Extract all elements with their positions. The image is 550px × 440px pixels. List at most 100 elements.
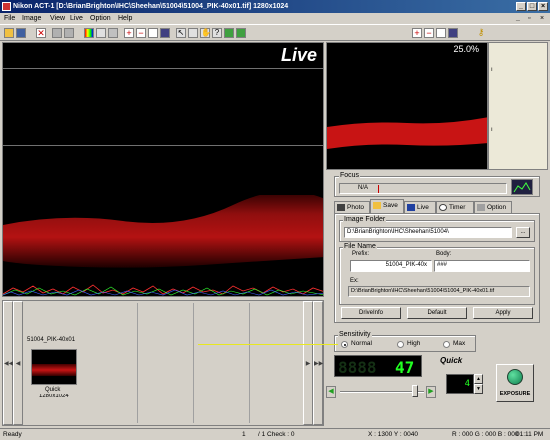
sensitivity-group: Sensitivity Normal High Max bbox=[334, 331, 476, 352]
status-check: / 1 Check : 0 bbox=[258, 431, 295, 438]
mdi-restore-icon[interactable]: ▫ bbox=[528, 13, 530, 24]
sensitivity-high-radio[interactable] bbox=[397, 341, 404, 348]
live-divider-top bbox=[3, 68, 323, 69]
tab-timer[interactable]: Timer bbox=[436, 201, 474, 213]
focus-group: Focus N/A bbox=[334, 172, 540, 197]
menu-view[interactable]: View bbox=[50, 13, 65, 24]
image-folder-label: Image Folder bbox=[343, 216, 387, 223]
preview-side-panel: ı ı bbox=[488, 42, 548, 170]
color-adjust-icon[interactable] bbox=[84, 28, 94, 38]
exposure-button-label: EXPOSURE bbox=[499, 391, 531, 397]
example-path: D:\BrianBrighton\IHC\Sheehan\51004\51004… bbox=[348, 286, 530, 297]
menu-live[interactable]: Live bbox=[70, 13, 83, 24]
histogram-icon[interactable] bbox=[108, 28, 118, 38]
print-icon[interactable] bbox=[52, 28, 62, 38]
body-input[interactable]: ### bbox=[434, 260, 530, 272]
exposure-slider-thumb[interactable] bbox=[412, 385, 418, 397]
sensitivity-max-label: Max bbox=[453, 340, 466, 347]
led-inactive-digits: 8888 bbox=[338, 358, 377, 377]
close-button[interactable]: × bbox=[538, 2, 548, 11]
preview-image[interactable]: 25.0% bbox=[326, 42, 488, 170]
focus-bar: N/A bbox=[339, 183, 507, 194]
image-folder-input[interactable]: D:\BrianBrighton\IHC\Sheehan\51004\ bbox=[344, 227, 512, 238]
hand-icon[interactable]: ✋ bbox=[200, 28, 211, 38]
preview-zoom-in-icon[interactable]: + bbox=[412, 28, 422, 38]
annotation-line bbox=[198, 344, 338, 345]
capture-icon[interactable] bbox=[236, 28, 246, 38]
exposure-counter: 4 bbox=[446, 374, 474, 394]
tab-save[interactable]: Save bbox=[370, 199, 404, 213]
file-name-group: File Name Prefix: 51004_PIK-40x Body: ##… bbox=[339, 243, 535, 305]
maximize-button[interactable]: □ bbox=[527, 2, 537, 11]
status-time: 01:11 PM bbox=[516, 431, 544, 438]
fit-icon[interactable] bbox=[148, 28, 158, 38]
save-icon[interactable] bbox=[16, 28, 26, 38]
pointer-icon[interactable]: ↖ bbox=[176, 28, 186, 38]
tab-photo[interactable]: Photo bbox=[334, 201, 370, 213]
exposure-lamp-icon bbox=[507, 369, 523, 385]
zoom-in-icon[interactable]: + bbox=[124, 28, 134, 38]
first-page-icon[interactable]: ◀◀ bbox=[3, 301, 13, 425]
preview-fit-icon[interactable] bbox=[436, 28, 446, 38]
status-page: 1 bbox=[242, 431, 246, 438]
sensitivity-title: Sensitivity bbox=[338, 331, 372, 338]
menu-file[interactable]: File bbox=[4, 13, 15, 24]
status-bar: Ready 1 / 1 Check : 0 X : 1300 Y : 0040 … bbox=[0, 428, 550, 440]
thumbnail-image[interactable] bbox=[31, 349, 77, 385]
print-preview-icon[interactable] bbox=[64, 28, 74, 38]
mdi-minimize-icon[interactable]: _ bbox=[516, 13, 520, 24]
window-title: Nikon ACT-1 [D:\BrianBrighton\IHC\Sheeha… bbox=[13, 3, 289, 10]
prev-page-icon[interactable]: ◀ bbox=[13, 301, 23, 425]
sensitivity-normal-label: Normal bbox=[351, 340, 372, 347]
slider-left-icon[interactable]: ◀ bbox=[326, 386, 336, 398]
thumbnail-size: 1280x1024 bbox=[39, 394, 69, 398]
counter-up-icon[interactable]: ▲ bbox=[474, 374, 483, 384]
focus-meter-icon[interactable] bbox=[511, 179, 533, 195]
measure-icon[interactable]: ? bbox=[212, 28, 222, 38]
open-folder-icon[interactable] bbox=[4, 28, 14, 38]
preview-zoom: 25.0% bbox=[453, 44, 479, 54]
curve-icon[interactable] bbox=[96, 28, 106, 38]
live-label: Live bbox=[280, 45, 317, 65]
next-page-icon[interactable]: ▶ bbox=[303, 301, 313, 425]
apply-button[interactable]: Apply bbox=[473, 307, 533, 319]
title-bar: Nikon ACT-1 [D:\BrianBrighton\IHC\Sheeha… bbox=[0, 0, 550, 13]
actual-size-icon[interactable] bbox=[160, 28, 170, 38]
preview-side-mark-2: ı bbox=[491, 127, 493, 133]
tab-option[interactable]: Option bbox=[474, 201, 512, 213]
sensitivity-normal-radio[interactable] bbox=[341, 341, 348, 348]
last-page-icon[interactable]: ▶▶ bbox=[313, 301, 323, 425]
slider-right-icon[interactable]: ▶ bbox=[426, 386, 436, 398]
status-coordinates: X : 1300 Y : 0040 bbox=[368, 431, 418, 438]
toolbar: ✕ + − ↖ ✋ ? + − ⚷ bbox=[0, 24, 550, 41]
driveinfo-button[interactable]: DriveInfo bbox=[341, 307, 401, 319]
menu-help[interactable]: Help bbox=[118, 13, 132, 24]
live-histogram bbox=[3, 284, 323, 296]
thumbnail-quality: Quick bbox=[45, 387, 61, 393]
menu-option[interactable]: Option bbox=[90, 13, 111, 24]
sensitivity-max-radio[interactable] bbox=[443, 341, 450, 348]
default-button[interactable]: Default bbox=[407, 307, 467, 319]
exposure-display: 8888 47 bbox=[334, 355, 422, 377]
menu-image[interactable]: Image bbox=[22, 13, 41, 24]
preview-zoom-out-icon[interactable]: − bbox=[424, 28, 434, 38]
prefix-input[interactable]: 51004_PIK-40x bbox=[350, 260, 432, 272]
minimize-button[interactable]: _ bbox=[516, 2, 526, 11]
mdi-close-icon[interactable]: × bbox=[540, 13, 544, 24]
live-view[interactable]: Live bbox=[2, 42, 324, 297]
select-rect-icon[interactable] bbox=[188, 28, 198, 38]
counter-down-icon[interactable]: ▼ bbox=[474, 384, 483, 394]
zoom-out-icon[interactable]: − bbox=[136, 28, 146, 38]
camera-icon[interactable] bbox=[224, 28, 234, 38]
tab-live[interactable]: Live bbox=[404, 201, 436, 213]
delete-icon[interactable]: ✕ bbox=[36, 28, 46, 38]
live-divider-middle bbox=[3, 145, 323, 146]
key-icon[interactable]: ⚷ bbox=[476, 28, 486, 38]
preview-actual-icon[interactable] bbox=[448, 28, 458, 38]
preview-tissue bbox=[327, 117, 487, 149]
browse-button[interactable]: ... bbox=[516, 227, 530, 238]
exposure-button[interactable]: EXPOSURE bbox=[496, 364, 534, 402]
live-tissue-image bbox=[3, 195, 323, 268]
preview-side-mark: ı bbox=[491, 67, 493, 73]
thumb-divider bbox=[249, 303, 250, 423]
